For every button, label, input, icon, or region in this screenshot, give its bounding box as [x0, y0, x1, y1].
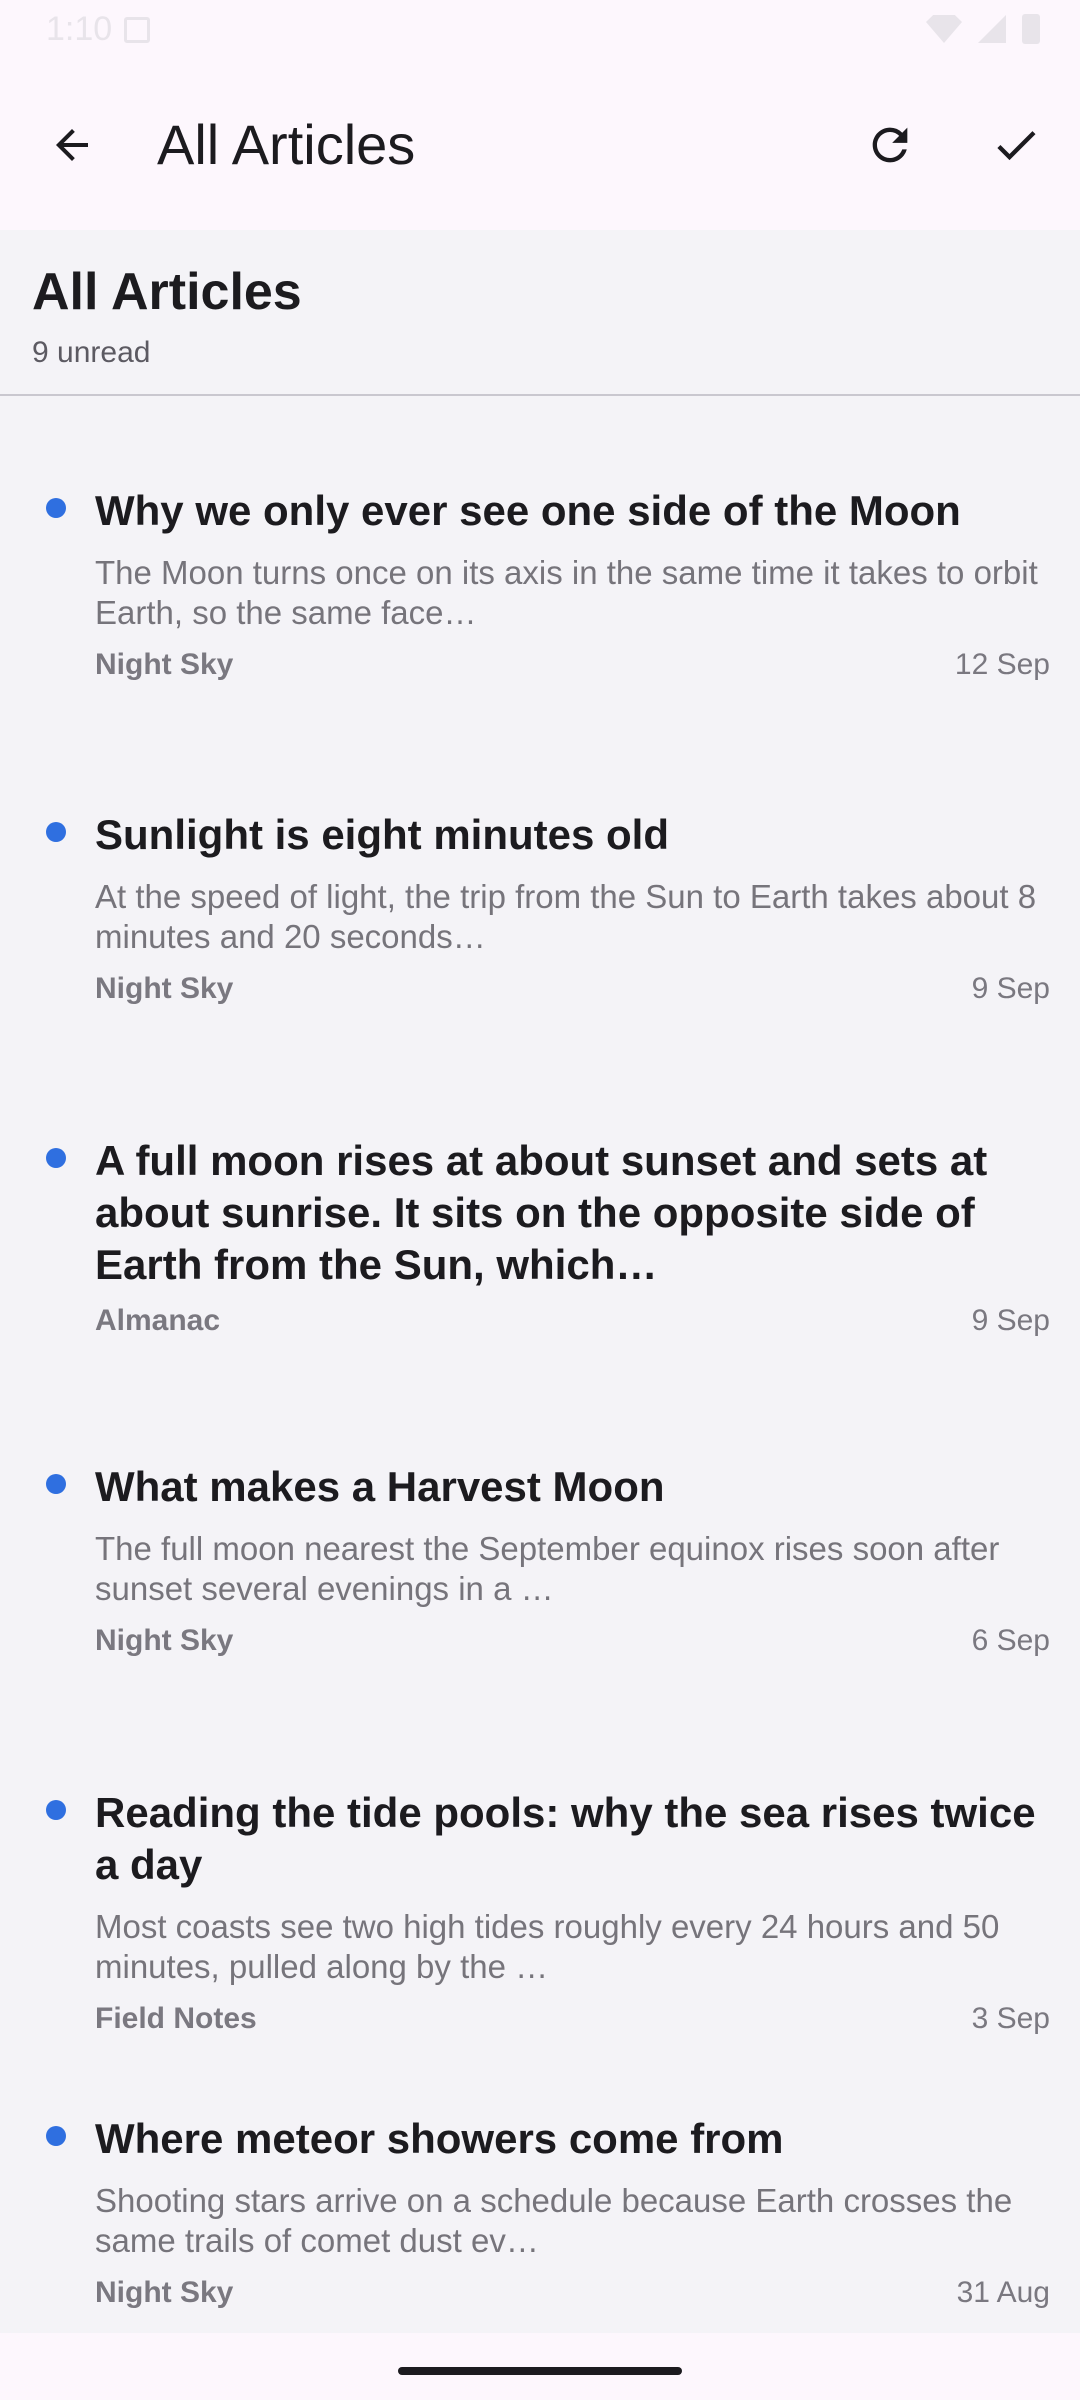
- unread-dot: [46, 1474, 66, 1494]
- feed-header: All Articles 9 unread: [0, 230, 1080, 396]
- back-button[interactable]: [24, 97, 120, 193]
- refresh-button[interactable]: [842, 97, 938, 193]
- article-date: 9 Sep: [971, 972, 1050, 1005]
- unread-dot: [46, 822, 66, 842]
- signal-icon: [978, 15, 1006, 43]
- article-title: What makes a Harvest Moon: [95, 1463, 665, 1510]
- article-title: A full moon rises at about sunset and se…: [95, 1137, 988, 1288]
- article-snippet: At the speed of light, the trip from the…: [95, 878, 1037, 955]
- unread-dot: [46, 1148, 66, 1168]
- article-snippet: The Moon turns once on its axis in the s…: [95, 554, 1038, 631]
- app-bar: All Articles: [0, 60, 1080, 230]
- article-title: Sunlight is eight minutes old: [95, 811, 669, 858]
- article-source: Almanac: [95, 1304, 221, 1337]
- feed-title: All Articles: [32, 263, 302, 321]
- article-snippet: Most coasts see two high tides roughly e…: [95, 1908, 1000, 1985]
- article-date: 31 Aug: [956, 2276, 1050, 2309]
- status-bar: 1:10: [0, 0, 1080, 60]
- mark-all-read-button[interactable]: [968, 97, 1064, 193]
- page-title: All Articles: [157, 113, 416, 176]
- arrow-back-icon: [56, 129, 88, 161]
- article-title: Why we only ever see one side of the Moo…: [95, 487, 961, 534]
- article-snippet: Shooting stars arrive on a schedule beca…: [95, 2182, 1013, 2259]
- unread-dot: [46, 1800, 66, 1820]
- navigation-bar: [0, 2333, 1080, 2400]
- article-date: 12 Sep: [954, 648, 1050, 681]
- unread-dot: [46, 2126, 66, 2146]
- list-item[interactable]: Sunlight is eight minutes old At the spe…: [0, 722, 1080, 1048]
- battery-icon: [1022, 14, 1040, 44]
- article-source: Night Sky: [95, 1624, 234, 1657]
- list-item[interactable]: Why we only ever see one side of the Moo…: [0, 396, 1080, 722]
- wifi-icon: [926, 15, 962, 43]
- list-item[interactable]: Where meteor showers come from Shooting …: [0, 2026, 1080, 2333]
- status-clock: 1:10: [46, 10, 113, 48]
- unread-dot: [46, 498, 66, 518]
- status-icons: [926, 14, 1040, 44]
- article-date: 6 Sep: [971, 1624, 1050, 1657]
- check-icon: [997, 131, 1036, 161]
- list-item[interactable]: What makes a Harvest Moon The full moon …: [0, 1374, 1080, 1700]
- article-snippet: The full moon nearest the September equi…: [95, 1530, 1000, 1607]
- article-title: Reading the tide pools: why the sea rise…: [95, 1789, 1036, 1888]
- article-source: Night Sky: [95, 2276, 234, 2309]
- list-item[interactable]: Reading the tide pools: why the sea rise…: [0, 1700, 1080, 2035]
- article-list[interactable]: All Articles 9 unread Why we only ever s…: [0, 230, 1080, 2333]
- article-source: Night Sky: [95, 648, 234, 681]
- refresh-icon: [872, 127, 908, 163]
- home-indicator[interactable]: [398, 2367, 682, 2375]
- unread-count: 9 unread: [32, 336, 151, 369]
- article-source: Night Sky: [95, 972, 234, 1005]
- list-item[interactable]: A full moon rises at about sunset and se…: [0, 1048, 1080, 1374]
- article-date: 9 Sep: [971, 1304, 1050, 1337]
- status-time: 1:10: [46, 10, 151, 49]
- notification-icon: [124, 16, 151, 43]
- article-title: Where meteor showers come from: [95, 2115, 784, 2162]
